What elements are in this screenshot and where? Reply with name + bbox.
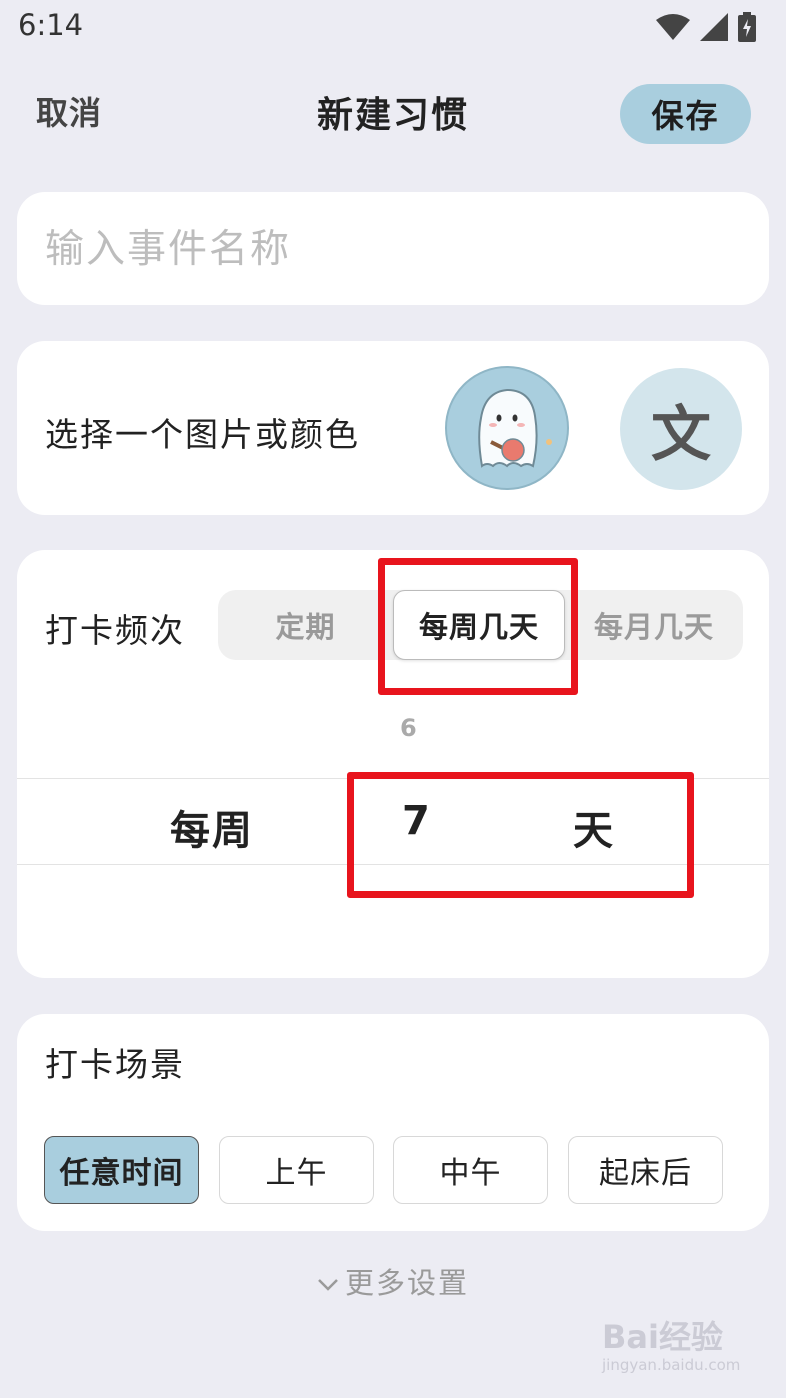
frequency-card: 打卡频次 定期 每周几天 每月几天 6 每周 7 天	[17, 550, 769, 978]
name-card	[17, 192, 769, 305]
frequency-option-periodic[interactable]: 定期	[218, 590, 393, 660]
battery-charging-icon	[738, 12, 756, 42]
status-time: 6:14	[18, 8, 84, 42]
image-avatar-option[interactable]	[445, 366, 569, 490]
event-name-input[interactable]	[43, 210, 747, 288]
scene-chip-anytime[interactable]: 任意时间	[44, 1136, 199, 1204]
wheel-previous-value[interactable]: 6	[400, 714, 417, 742]
more-settings-label: 更多设置	[344, 1266, 469, 1300]
highlight-box-wheel	[347, 772, 694, 898]
appearance-label: 选择一个图片或颜色	[45, 415, 360, 454]
scene-chip-morning[interactable]: 上午	[219, 1136, 374, 1204]
scene-chip-after-waking[interactable]: 起床后	[568, 1136, 723, 1204]
more-settings-toggle[interactable]: 更多设置	[0, 1260, 786, 1302]
save-button[interactable]: 保存	[620, 84, 751, 144]
watermark: Bai经验 jingyan.baidu.com	[602, 1312, 752, 1382]
frequency-option-days-per-month[interactable]: 每月几天	[565, 590, 743, 660]
scene-label: 打卡场景	[45, 1045, 185, 1084]
wheel-prefix: 每周	[170, 808, 254, 854]
watermark-url: jingyan.baidu.com	[602, 1356, 741, 1374]
watermark-logo: Bai经验	[602, 1318, 723, 1356]
highlight-box-segment	[378, 558, 578, 695]
scene-card: 打卡场景 任意时间 上午 中午 起床后	[17, 1014, 769, 1231]
appearance-card: 选择一个图片或颜色 文	[17, 341, 769, 515]
status-icons	[656, 12, 756, 42]
scene-chip-noon[interactable]: 中午	[393, 1136, 548, 1204]
frequency-label: 打卡频次	[45, 611, 185, 650]
signal-icon	[700, 13, 728, 41]
wifi-icon	[656, 14, 690, 40]
chevron-down-icon	[318, 1279, 338, 1291]
ghost-pingpong-icon	[478, 388, 552, 468]
text-avatar-option[interactable]: 文	[620, 368, 742, 490]
